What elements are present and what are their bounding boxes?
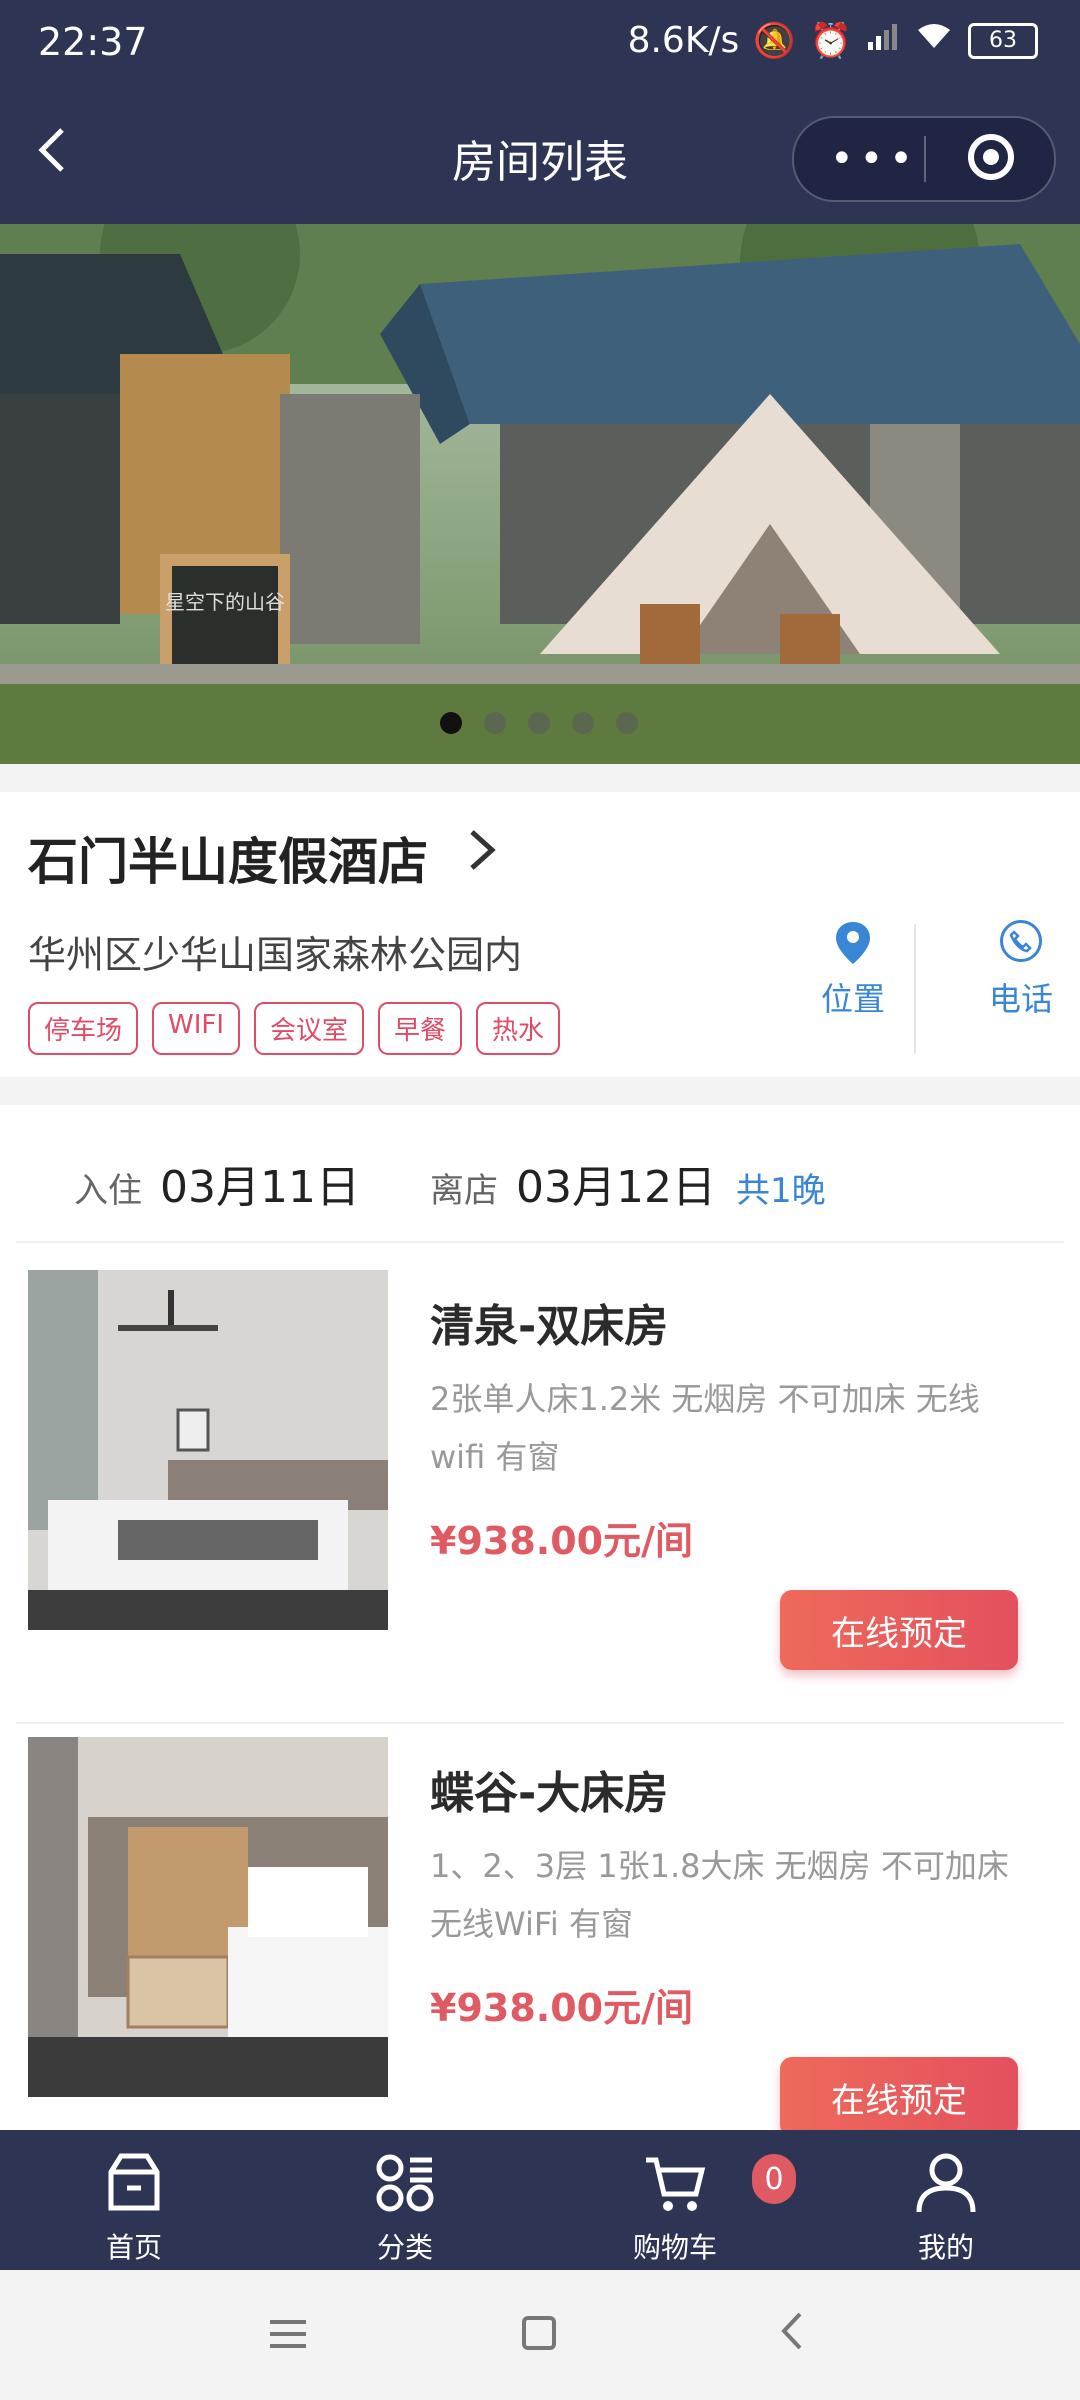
tab-home[interactable]: 首页 bbox=[34, 2130, 234, 2270]
cart-badge: 0 bbox=[752, 2154, 796, 2204]
battery-icon: 63 bbox=[968, 22, 1038, 59]
hotel-banner-carousel[interactable]: 星空下的山谷 bbox=[0, 224, 1080, 764]
alarm-icon: ⏰ bbox=[809, 20, 852, 61]
book-online-button[interactable]: 在线预定 bbox=[780, 2057, 1018, 2130]
system-nav-bar bbox=[0, 2270, 1080, 2400]
cart-icon bbox=[640, 2148, 710, 2218]
home-icon bbox=[99, 2148, 169, 2218]
book-online-button[interactable]: 在线预定 bbox=[780, 1590, 1018, 1670]
room-name: 清泉-双床房 bbox=[430, 1301, 669, 1352]
status-bar: 22:37 8.6K/s 🔕 ⏰ 63 bbox=[0, 0, 1080, 86]
mini-program-capsule: ••• bbox=[792, 116, 1056, 202]
carousel-dot[interactable] bbox=[572, 712, 594, 734]
wifi-icon bbox=[914, 20, 954, 61]
location-pin-icon bbox=[834, 920, 872, 964]
capsule-divider bbox=[924, 136, 926, 182]
hotel-amenity-tags: 停车场 WIFI 会议室 早餐 热水 bbox=[28, 1002, 561, 1055]
status-time: 22:37 bbox=[38, 20, 148, 64]
amenity-tag: WIFI bbox=[152, 1002, 241, 1055]
tab-label: 购物车 bbox=[632, 2231, 717, 2264]
location-label: 位置 bbox=[820, 980, 885, 1018]
tab-mine[interactable]: 我的 bbox=[846, 2130, 1046, 2270]
bottom-tab-bar: 首页 分类 购物车 0 我的 bbox=[0, 2130, 1080, 2270]
tab-label: 分类 bbox=[376, 2231, 433, 2264]
divider bbox=[16, 1241, 1064, 1243]
hotel-name[interactable]: 石门半山度假酒店 bbox=[28, 822, 428, 894]
user-icon bbox=[911, 2148, 981, 2218]
tab-category[interactable]: 分类 bbox=[305, 2130, 505, 2270]
action-divider bbox=[914, 924, 916, 1054]
home-square-icon[interactable] bbox=[522, 2316, 556, 2350]
date-selector[interactable]: 入住 03月11日 离店 03月12日 共1晚 bbox=[74, 1151, 826, 1215]
room-price: ¥938.00元/间 bbox=[430, 1519, 693, 1563]
checkout-label: 离店 bbox=[429, 1171, 498, 1211]
carousel-dot[interactable] bbox=[440, 712, 462, 734]
carousel-indicator bbox=[440, 712, 638, 734]
phone-label: 电话 bbox=[988, 980, 1053, 1018]
more-dots-icon[interactable]: ••• bbox=[830, 136, 919, 182]
location-button[interactable]: 位置 bbox=[818, 920, 888, 1020]
menu-icon[interactable] bbox=[268, 2316, 308, 2352]
amenity-tag: 会议室 bbox=[254, 1002, 365, 1055]
system-back-icon[interactable] bbox=[776, 2306, 806, 2368]
checkout-date[interactable]: 03月12日 bbox=[516, 1151, 716, 1215]
divider bbox=[16, 1722, 1064, 1724]
amenity-tag: 热水 bbox=[476, 1002, 561, 1055]
nights-count: 共1晚 bbox=[735, 1171, 826, 1211]
room-name: 蝶谷-大床房 bbox=[430, 1768, 669, 1819]
nav-bar: 房间列表 ••• bbox=[0, 86, 1080, 224]
amenity-tag: 停车场 bbox=[28, 1002, 139, 1055]
carousel-dot[interactable] bbox=[528, 712, 550, 734]
checkin-label: 入住 bbox=[74, 1171, 142, 1211]
carousel-dot[interactable] bbox=[616, 712, 638, 734]
signal-icon bbox=[866, 20, 900, 61]
hotel-info-card: 石门半山度假酒店 华州区少华山国家森林公园内 停车场 WIFI 会议室 早餐 热… bbox=[0, 792, 1080, 1077]
banner-sign-text: 星空下的山谷 bbox=[165, 590, 285, 614]
network-speed: 8.6K/s bbox=[627, 20, 740, 61]
room-list-section: 入住 03月11日 离店 03月12日 共1晚 清泉-双床房 2张单人床1.2米… bbox=[0, 1105, 1080, 2130]
chevron-right-icon[interactable] bbox=[462, 820, 502, 894]
tab-cart[interactable]: 购物车 bbox=[575, 2130, 775, 2270]
status-icons: 8.6K/s 🔕 ⏰ 63 bbox=[628, 20, 1038, 61]
checkin-date[interactable]: 03月11日 bbox=[160, 1151, 360, 1215]
room-image[interactable] bbox=[28, 1270, 388, 1630]
category-icon bbox=[370, 2148, 440, 2218]
record-target-icon[interactable] bbox=[968, 134, 1014, 180]
tab-label: 我的 bbox=[917, 2231, 974, 2264]
room-image[interactable] bbox=[28, 1737, 388, 2097]
mute-icon: 🔕 bbox=[753, 20, 796, 61]
phone-button[interactable]: 电话 bbox=[988, 920, 1054, 1020]
room-price: ¥938.00元/间 bbox=[430, 1986, 693, 2030]
tab-label: 首页 bbox=[105, 2231, 162, 2264]
room-description: 2张单人床1.2米 无烟房 不可加床 无线wifi 有窗 bbox=[430, 1380, 980, 1476]
room-card[interactable]: 蝶谷-大床房 1、2、3层 1张1.8大床 无烟房 不可加床 无线WiFi 有窗… bbox=[0, 1737, 1080, 2130]
room-description: 1、2、3层 1张1.8大床 无烟房 不可加床 无线WiFi 有窗 bbox=[430, 1847, 1009, 1943]
phone-icon bbox=[1000, 920, 1042, 962]
amenity-tag: 早餐 bbox=[378, 1002, 463, 1055]
banner-image: 星空下的山谷 bbox=[0, 224, 1080, 764]
hotel-address: 华州区少华山国家森林公园内 bbox=[28, 933, 523, 977]
carousel-dot[interactable] bbox=[484, 712, 506, 734]
room-card[interactable]: 清泉-双床房 2张单人床1.2米 无烟房 不可加床 无线wifi 有窗 ¥938… bbox=[0, 1270, 1080, 1710]
